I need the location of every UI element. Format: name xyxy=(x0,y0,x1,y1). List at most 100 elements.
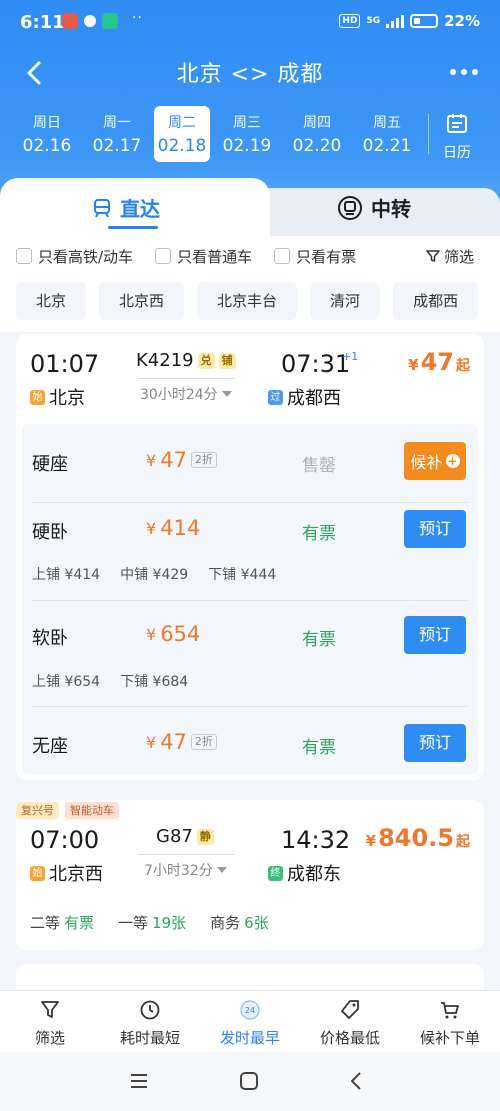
date-weekday: 周二 xyxy=(168,115,196,131)
duration-text: 30小时24分 xyxy=(140,387,218,403)
checkbox[interactable] xyxy=(155,248,172,264)
next-day-marker: +1 xyxy=(342,350,359,363)
filter-button[interactable]: 筛选 xyxy=(426,246,474,267)
date-item-selected[interactable]: 周二 02.18 xyxy=(154,106,210,162)
divider xyxy=(32,502,468,503)
app-notification-icon xyxy=(62,13,78,29)
depart-time: 07:00 xyxy=(30,826,100,854)
filter-high-speed[interactable]: 只看高铁/动车 xyxy=(16,246,133,267)
date-item[interactable]: 周日 02.16 xyxy=(12,106,82,164)
book-button[interactable]: 预订 xyxy=(404,616,466,654)
station-chip[interactable]: 北京西 xyxy=(99,282,185,320)
signal-icon xyxy=(386,14,405,28)
menu-icon[interactable] xyxy=(128,1070,150,1092)
tab-transfer-label: 中转 xyxy=(371,197,411,221)
calendar-icon xyxy=(447,114,467,133)
start-station-tag: 始 xyxy=(30,865,45,881)
duration[interactable]: 7小时32分 xyxy=(144,860,227,880)
date-item[interactable]: 周一 02.17 xyxy=(82,106,152,164)
train-feature-tags: 复兴号 智能动车 xyxy=(16,802,119,819)
date-day: 02.20 xyxy=(292,136,342,156)
smart-emu-tag: 智能动车 xyxy=(65,802,119,819)
train-number-text: K4219 xyxy=(136,350,194,371)
seat-type: 软卧 xyxy=(32,628,68,649)
price-suffix: 起 xyxy=(456,834,470,850)
seat-row: 软卧 ¥ 654 有票 预订 xyxy=(22,616,478,656)
system-back-icon[interactable] xyxy=(346,1070,368,1092)
filter-button-label: 筛选 xyxy=(443,247,474,266)
checkbox[interactable] xyxy=(274,248,291,264)
date-weekday: 周三 xyxy=(233,115,261,131)
discount-badge: 2折 xyxy=(190,452,217,468)
date-item[interactable]: 周三 02.19 xyxy=(212,106,282,164)
content: 只看高铁/动车 只看普通车 只看有票 筛选 北京 北京西 北京丰台 清河 成都西… xyxy=(0,236,500,1004)
class-status: 有票 xyxy=(64,914,95,932)
dropdown-triangle-icon xyxy=(221,391,232,397)
sort-shortest[interactable]: 耗时最短 xyxy=(100,991,200,1052)
waitlist-button[interactable]: 候补 + xyxy=(404,442,466,480)
filter-available[interactable]: 只看有票 xyxy=(274,246,356,267)
min-price: ¥ 47 起 xyxy=(408,348,470,376)
seat-status: 售罄 xyxy=(302,456,336,476)
seat-list: 硬座 ¥ 47 2折 售罄 候补 + 硬卧 ¥ 414 有票 预订 上铺 ¥41… xyxy=(22,424,478,774)
duration[interactable]: 30小时24分 xyxy=(140,384,232,404)
tab-direct[interactable]: 直达 xyxy=(92,193,160,222)
end-station-tag: 终 xyxy=(268,865,283,881)
station-chip[interactable]: 清河 xyxy=(310,282,381,320)
station-chip[interactable]: 成都西 xyxy=(393,282,479,320)
tab-transfer[interactable]: 中转 xyxy=(337,193,411,222)
seat-type: 硬卧 xyxy=(32,522,68,543)
calendar-button[interactable]: 日历 xyxy=(437,106,477,164)
sort-label: 候补下单 xyxy=(419,1029,480,1047)
date-day: 02.18 xyxy=(157,136,207,156)
filter-icon xyxy=(41,1001,59,1018)
sort-filter[interactable]: 筛选 xyxy=(0,991,100,1052)
book-button[interactable]: 预订 xyxy=(404,724,466,762)
berth-upper: 上铺 ¥414 xyxy=(32,567,101,583)
start-station-tag: 始 xyxy=(30,389,45,405)
min-price: ¥ 840.5 起 xyxy=(366,824,470,852)
pass-station-tag: 过 xyxy=(268,389,283,405)
train-card[interactable]: 复兴号 智能动车 07:00 始 北京西 G87 静 7小时32分 14:32 … xyxy=(16,800,484,950)
quiet-tag: 静 xyxy=(196,828,214,845)
seat-price-value: 414 xyxy=(160,516,201,540)
price-suffix: 起 xyxy=(456,358,470,374)
arrive-station-name: 成都东 xyxy=(287,864,341,885)
filter-normal[interactable]: 只看普通车 xyxy=(155,246,252,267)
arrive-time: 14:32 xyxy=(281,826,351,854)
sort-earliest[interactable]: 24 发时最早 xyxy=(200,991,300,1052)
hd-badge: HD xyxy=(339,14,361,28)
more-dots-icon[interactable] xyxy=(446,60,482,84)
train-card[interactable]: 01:07 始 北京 K4219 兑 铺 30小时24分 07:31 +1 过 … xyxy=(16,334,484,780)
price-tag-icon xyxy=(341,1000,359,1019)
seat-status: 有票 xyxy=(302,738,336,758)
discount-badge: 2折 xyxy=(190,734,217,750)
book-button[interactable]: 预订 xyxy=(404,510,466,548)
berth-lower: 下铺 ¥684 xyxy=(120,674,189,690)
fuxing-tag: 复兴号 xyxy=(16,802,59,819)
battery-icon xyxy=(410,14,439,28)
sort-waitlist[interactable]: 候补下单 xyxy=(400,991,500,1052)
date-item[interactable]: 周四 02.20 xyxy=(282,106,352,164)
checkbox[interactable] xyxy=(16,248,32,264)
system-nav-bar xyxy=(0,1052,500,1111)
home-icon[interactable] xyxy=(238,1070,260,1092)
transfer-train-icon xyxy=(338,195,362,220)
berth-prices: 上铺 ¥654 下铺 ¥684 xyxy=(32,671,188,691)
status-bar: 6:11 ·· HD 5G 22% xyxy=(0,0,500,46)
status-right: HD 5G 22% xyxy=(339,12,480,30)
date-day: 02.19 xyxy=(222,136,272,156)
seat-row: 硬座 ¥ 47 2折 售罄 候补 + xyxy=(22,442,478,482)
arrive-station: 过 成都西 xyxy=(268,384,341,410)
station-chip[interactable]: 北京 xyxy=(16,282,87,320)
sort-bar: 筛选 耗时最短 24 发时最早 价格最低 候补下单 xyxy=(0,990,500,1052)
price-value: 840.5 xyxy=(378,824,454,852)
seat-row: 硬卧 ¥ 414 有票 预订 xyxy=(22,510,478,550)
berth-middle: 中铺 ¥429 xyxy=(120,567,189,583)
sort-cheapest[interactable]: 价格最低 xyxy=(300,991,400,1052)
date-item[interactable]: 周五 02.21 xyxy=(352,106,422,164)
class-item: 商务 6张 xyxy=(210,912,269,933)
arrive-station-name: 成都西 xyxy=(287,388,341,409)
station-chip[interactable]: 北京丰台 xyxy=(197,282,298,320)
filter-label: 只看普通车 xyxy=(177,247,253,266)
